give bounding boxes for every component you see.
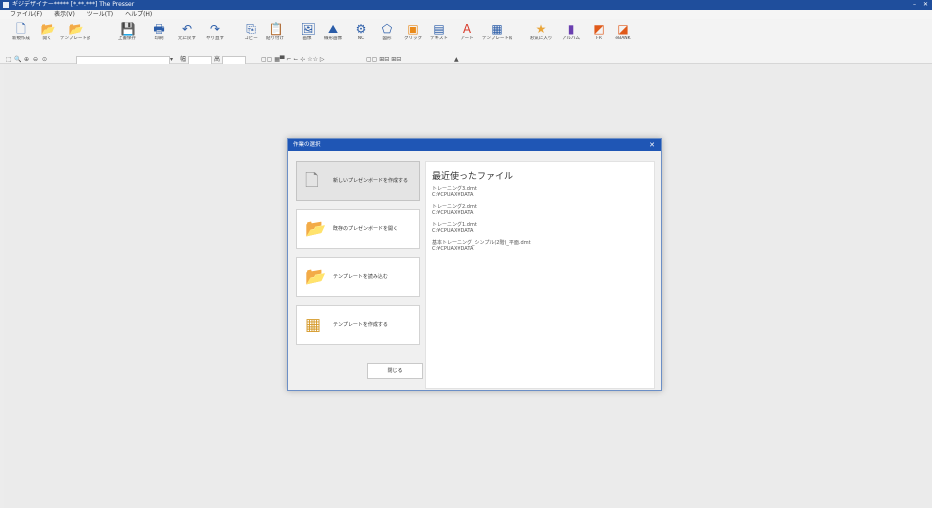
click-icon: ▣ [407, 22, 419, 36]
recent-file-item[interactable]: トレーニング3.dmt C:¥CPUAX¥DATA [432, 186, 477, 198]
close-window-button[interactable]: ✕ [923, 0, 928, 10]
window-title: ギジデザイナー***** [*.**.***] The Presser [12, 1, 135, 8]
toolbar-button-linear-image[interactable]: ⛰ 線形画像 [318, 21, 348, 47]
load-template-icon: 📂 [305, 267, 327, 287]
toolbar-button-label: テンプレート読込 [60, 36, 90, 41]
dialog-close-button[interactable]: 閉じる [367, 363, 423, 379]
toolbar-button-label: 線形画像 [324, 36, 342, 41]
toolbar-button-label: 開く [42, 36, 52, 41]
dialog-title: 作業の選択 [293, 142, 321, 148]
option-create-template[interactable]: ▦ テンプレートを作成する [296, 305, 420, 345]
toolbar-button-album[interactable]: ▮ アルバム [556, 21, 586, 47]
menu-tools[interactable]: ツール(T) [87, 10, 113, 19]
recent-file-path: C:¥CPUAX¥DATA [432, 228, 474, 234]
toolbar-button-print[interactable]: 🖶 印刷 [144, 21, 174, 47]
toolbar-button-favorite-star[interactable]: ★ お気に入り [526, 21, 556, 47]
ebank-icon: ◪ [617, 22, 629, 36]
option-label: テンプレートを読み込む [333, 274, 388, 280]
dialog-body: 🗋 新しいプレゼンボードを作成する 📂 既存のプレゼンボードを開く 📂 テンプレ… [288, 151, 661, 390]
menu-bar: ファイル(F) 表示(V) ツール(T) ヘルプ(H) [0, 10, 932, 19]
work-select-dialog: 作業の選択 ✕ 🗋 新しいプレゼンボードを作成する 📂 既存のプレゼンボードを開… [287, 138, 662, 391]
toolbar-button-label: テキスト [430, 36, 448, 41]
menu-file[interactable]: ファイル(F) [10, 10, 42, 19]
toolbar-button-label: テンプレート枠 [482, 36, 512, 41]
shape-icon: ⬠ [381, 22, 393, 36]
toolbar: ⬚ 🔍 ⊕ ⊖ ⊙ ▾ 幅 高 ▢▢ ▦▀ ⌐ ⌙ ⊹ ☆☆ ▷ ▢▢ ⊞⊟ ⊞… [0, 19, 932, 65]
copy-icon: ⎘ [246, 22, 256, 36]
recent-file-path: C:¥CPUAX¥DATA [432, 246, 474, 252]
new-file-icon: 🗋 [16, 22, 26, 36]
recent-files-title: 最近使ったファイル [432, 172, 514, 182]
redo-icon: ↷ [209, 22, 221, 36]
toolbar-button-paste[interactable]: 📋 貼り付け [260, 21, 290, 47]
dialog-close-icon[interactable]: ✕ [649, 139, 655, 151]
toolbar-button-label: 上書保存 [118, 36, 136, 41]
open-folder-icon: 📂 [40, 22, 56, 36]
save-icon: 💾 [120, 22, 136, 36]
nc-icon: ⚙ [355, 22, 367, 36]
toolbar-button-label: 貼り付け [266, 36, 284, 41]
toolbar-button-open-folder[interactable]: 📂 開く [32, 21, 62, 47]
option-new-board[interactable]: 🗋 新しいプレゼンボードを作成する [296, 161, 420, 201]
menu-view[interactable]: 表示(V) [54, 10, 75, 19]
toolbar-button-label: アルバム [562, 36, 580, 41]
recent-files-panel: 最近使ったファイル トレーニング3.dmt C:¥CPUAX¥DATA トレーニ… [425, 161, 655, 389]
toolbar-button-art-text[interactable]: A アート [452, 21, 482, 47]
paste-icon: 📋 [268, 22, 284, 36]
menu-help[interactable]: ヘルプ(H) [125, 10, 152, 19]
recent-file-item[interactable]: トレーニング1.dmt C:¥CPUAX¥DATA [432, 222, 477, 234]
recent-file-path: C:¥CPUAX¥DATA [432, 210, 474, 216]
toolbar-button-template-load[interactable]: 📂テンプレート読込 [60, 21, 90, 47]
toolbar-button-template-frame[interactable]: ▦ テンプレート枠 [482, 21, 512, 47]
template-frame-icon: ▦ [491, 22, 503, 36]
open-board-icon: 📂 [305, 219, 327, 239]
option-label: 新しいプレゼンボードを作成する [333, 178, 409, 184]
toolbar-button-label: 元に戻す [178, 36, 196, 41]
option-label: テンプレートを作成する [333, 322, 388, 328]
toolbar-button-ebank[interactable]: ◪ eBANK [608, 21, 638, 47]
toolbar-button-label: やり直す [206, 36, 224, 41]
option-open-board[interactable]: 📂 既存のプレゼンボードを開く [296, 209, 420, 249]
linear-image-icon: ⛰ [327, 22, 339, 36]
undo-icon: ↶ [181, 22, 193, 36]
toolbar-button-redo[interactable]: ↷ やり直す [200, 21, 230, 47]
template-load-icon: 📂 [68, 22, 84, 36]
album-icon: ▮ [567, 22, 575, 36]
toolbar-button-label: 印刷 [154, 36, 164, 41]
toolbar-button-label: eBANK [615, 36, 631, 41]
dialog-header: 作業の選択 ✕ [288, 139, 661, 151]
toolbar-button-textbox[interactable]: ▤ テキスト [424, 21, 454, 47]
textbox-icon: ▤ [433, 22, 445, 36]
fr-icon: ◩ [593, 22, 605, 36]
toolbar-button-save[interactable]: 💾 上書保存 [112, 21, 142, 47]
create-template-icon: ▦ [305, 315, 322, 335]
recent-file-path: C:¥CPUAX¥DATA [432, 192, 474, 198]
recent-file-item[interactable]: 基本トレーニング_シンプル(2階)_平面.dmt C:¥CPUAX¥DATA [432, 240, 531, 252]
toolbar-button-label: お気に入り [529, 36, 553, 41]
recent-file-item[interactable]: トレーニング2.dmt C:¥CPUAX¥DATA [432, 204, 477, 216]
option-label: 既存のプレゼンボードを開く [333, 226, 399, 232]
new-board-icon: 🗋 [305, 171, 319, 191]
print-icon: 🖶 [153, 22, 165, 36]
option-load-template[interactable]: 📂 テンプレートを読み込む [296, 257, 420, 297]
art-text-icon: A [462, 22, 472, 36]
toolbar-button-label: アート [460, 36, 474, 41]
minimize-button[interactable]: – [913, 0, 916, 10]
title-bar: ギジデザイナー***** [*.**.***] The Presser – ✕ [0, 0, 932, 10]
image-icon: 🖼 [300, 22, 316, 36]
toolbar-button-undo[interactable]: ↶ 元に戻す [172, 21, 202, 47]
app-icon [3, 2, 9, 8]
favorite-star-icon: ★ [535, 22, 547, 36]
